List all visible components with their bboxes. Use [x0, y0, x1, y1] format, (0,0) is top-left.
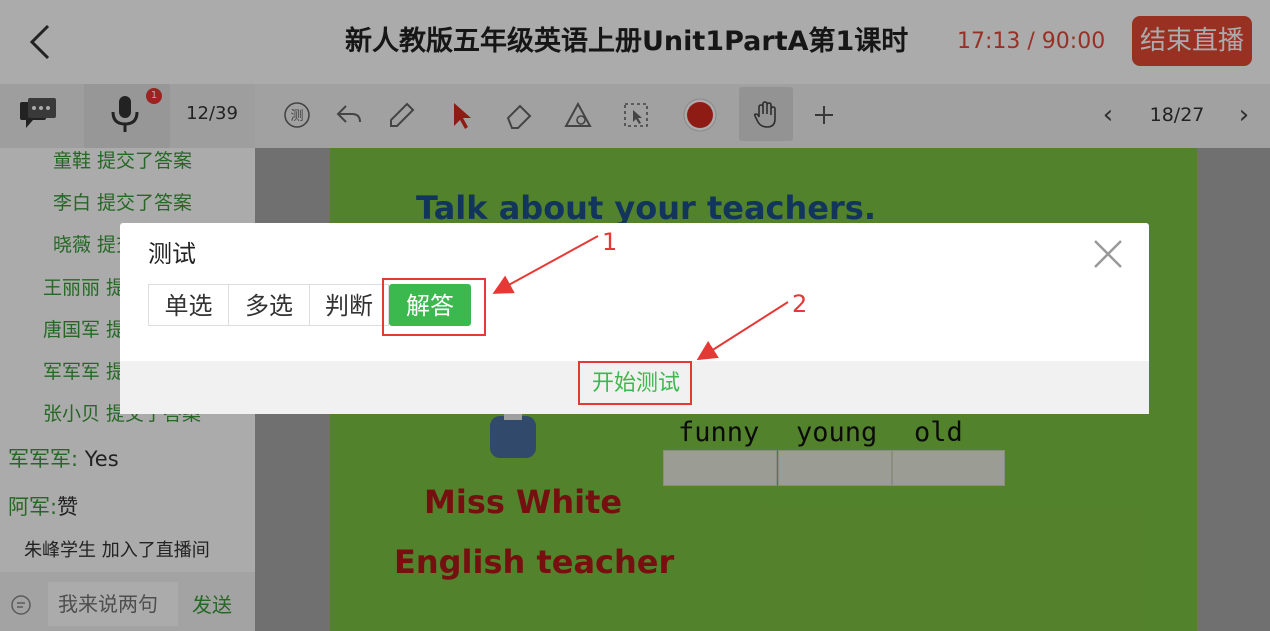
annotation-label-2: 2	[792, 290, 808, 318]
annotation-arrows	[492, 235, 789, 361]
annotation-label-1: 1	[602, 228, 618, 256]
